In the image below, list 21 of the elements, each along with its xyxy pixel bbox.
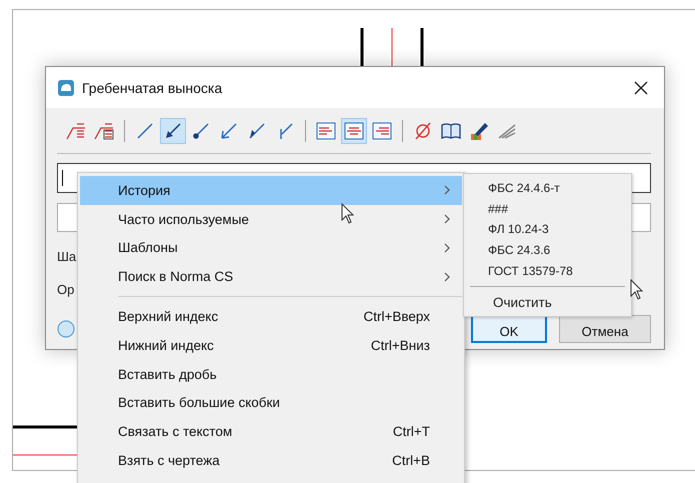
window-title: Гребенчатая выноска bbox=[82, 80, 224, 96]
history-item[interactable]: ### bbox=[466, 198, 629, 220]
menu-item[interactable]: Взять с чертежа Ctrl+B bbox=[80, 446, 462, 475]
field-label: Ор bbox=[57, 282, 74, 297]
menu-item[interactable]: Вставить дробь bbox=[80, 360, 462, 389]
history-item[interactable]: ГОСТ 13579-78 bbox=[466, 260, 629, 282]
menu-item[interactable]: Поиск в Norma CS bbox=[80, 262, 462, 292]
history-item[interactable]: ФБС 24.3.6 bbox=[466, 240, 629, 261]
history-item[interactable]: ФЛ 10.24-3 bbox=[466, 219, 629, 240]
menu-item[interactable]: Вставить большие скобки bbox=[80, 388, 462, 418]
ok-button[interactable]: OK bbox=[471, 315, 547, 343]
cancel-button[interactable]: Отмена bbox=[559, 315, 651, 343]
menu-item[interactable]: Нижний индекс Ctrl+Вниз bbox=[80, 330, 462, 360]
menu-item[interactable]: Очистить bbox=[466, 293, 629, 314]
menu-item[interactable]: Связать с текстом Ctrl+T bbox=[80, 417, 462, 446]
menu-item[interactable]: История bbox=[80, 176, 462, 205]
menu-item[interactable]: Часто используемые bbox=[80, 204, 462, 234]
menu-item[interactable]: Верхний индекс Ctrl+Вверх bbox=[80, 302, 462, 331]
menu-item[interactable]: Шаблоны bbox=[80, 234, 462, 262]
field-label: Ша bbox=[57, 249, 76, 264]
history-item[interactable]: ФБС 24.4.6-т bbox=[466, 178, 629, 199]
